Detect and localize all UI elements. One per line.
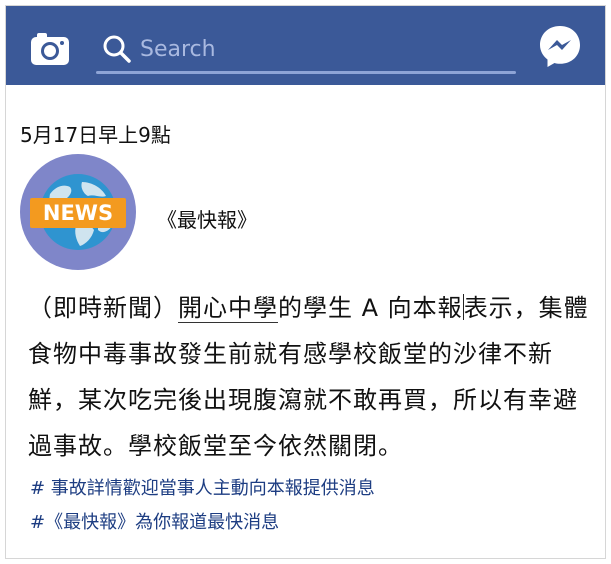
post-body-part2: 的學生 A 向本報 — [278, 294, 463, 322]
post-body-prefix: （即時新聞） — [28, 294, 178, 322]
search-icon — [103, 35, 131, 63]
post-date: 5月17日早上9點 — [20, 123, 171, 147]
search-underline — [96, 71, 516, 74]
post-source[interactable]: 《最快報》 — [157, 204, 257, 233]
messenger-icon[interactable] — [537, 23, 583, 69]
hashtag-1[interactable]: # 事故詳情歡迎當事人主動向本報提供消息 — [30, 474, 375, 500]
hashtag-2[interactable]: #《最快報》為你報道最快消息 — [30, 508, 279, 534]
school-name: 開心中學 — [178, 294, 278, 323]
camera-icon[interactable] — [29, 31, 71, 67]
post-card: 5月17日早上9點 NEWS 《最快報》 （即時新聞）開心中學的學生 A 向本報… — [5, 5, 606, 559]
search-bar[interactable] — [96, 28, 516, 74]
news-avatar[interactable]: NEWS — [20, 154, 136, 270]
post-body: （即時新聞）開心中學的學生 A 向本報表示，集體食物中毒事故發生前就有感學校飯堂… — [28, 285, 598, 469]
top-navigation-bar — [6, 6, 605, 85]
search-input[interactable] — [140, 32, 500, 66]
news-badge: NEWS — [43, 201, 113, 225]
